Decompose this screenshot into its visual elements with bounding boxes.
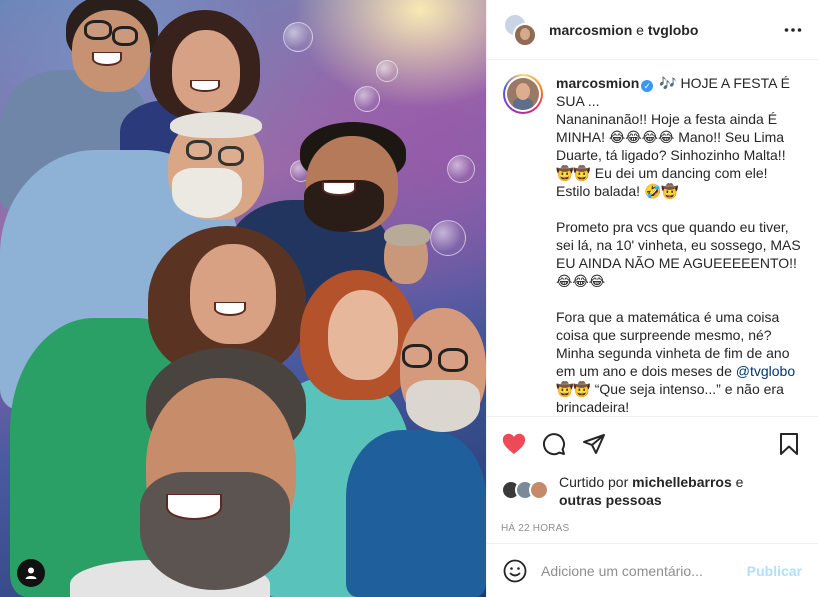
glasses (112, 26, 138, 46)
liked-by-suffix: e (731, 474, 744, 490)
smile (214, 302, 246, 316)
comment-icon (543, 433, 565, 456)
person-face (172, 30, 240, 112)
more-horizontal-icon (784, 28, 802, 32)
person-face (190, 244, 276, 344)
liked-by-prefix: Curtido por (559, 474, 633, 490)
glasses (402, 344, 432, 368)
bookmark-icon (780, 433, 798, 455)
avatar (513, 22, 537, 47)
person-hair (384, 224, 430, 246)
emoji-button[interactable] (503, 559, 527, 583)
beard (140, 472, 290, 590)
post-photo[interactable] (0, 0, 486, 597)
glasses (218, 146, 244, 166)
more-options-button[interactable] (784, 22, 802, 33)
bubble-decoration (376, 60, 398, 82)
post-caption: marcosmion ✓ 🎶 HOJE A FESTA É SUA ... Nan… (487, 60, 818, 416)
avatar (529, 480, 549, 500)
post-timestamp[interactable]: HÁ 22 HORAS (501, 523, 802, 534)
tag-people-button[interactable] (17, 559, 45, 587)
post-details-panel: marcosmion e tvglobo marcosmion ✓ 🎶 HOJE … (486, 0, 818, 597)
user-tag-icon (25, 567, 37, 579)
person-face (328, 290, 398, 380)
post-actions: Curtido por michellebarros e outras pess… (487, 416, 818, 534)
share-button[interactable] (581, 431, 607, 457)
smile (166, 494, 222, 520)
liked-by-user-link[interactable]: michellebarros (632, 474, 732, 490)
person-face (72, 10, 150, 92)
post-comment-button[interactable]: Publicar (747, 563, 802, 579)
glasses (84, 20, 112, 40)
comment-bar: Publicar (487, 543, 818, 597)
save-button[interactable] (776, 431, 802, 457)
collaborator-link[interactable]: tvglobo (648, 22, 699, 38)
mention-link[interactable]: @tvglobo (736, 363, 795, 379)
glasses (438, 348, 468, 372)
smile (322, 182, 356, 196)
glasses (186, 140, 212, 160)
person-body (346, 430, 486, 597)
comment-button[interactable] (541, 431, 567, 457)
caption-paragraph-2: Prometo pra vcs que quando eu tiver, sei… (556, 219, 805, 289)
authors-conjunction: e (636, 21, 644, 38)
collab-avatars[interactable] (503, 12, 537, 47)
verified-badge-icon: ✓ (641, 80, 654, 92)
smile (190, 80, 220, 92)
liked-by-others-link[interactable]: outras pessoas (559, 492, 662, 508)
post-header: marcosmion e tvglobo (487, 0, 818, 60)
caption-paragraph-1: Nananinanão!! Hoje a festa ainda É MINHA… (556, 111, 790, 199)
bubble-decoration (430, 220, 466, 256)
story-ring-avatar[interactable] (503, 74, 543, 114)
bubble-decoration (283, 22, 313, 52)
beard (406, 380, 480, 432)
caption-text: marcosmion ✓ 🎶 HOJE A FESTA É SUA ... Nan… (556, 74, 802, 416)
liked-by-avatars[interactable] (501, 480, 551, 502)
bubble-decoration (447, 155, 475, 183)
smile (92, 52, 122, 66)
caption-username[interactable]: marcosmion (556, 75, 639, 91)
post-authors: marcosmion e tvglobo (549, 22, 698, 38)
liked-by-row: Curtido por michellebarros e outras pess… (501, 473, 802, 509)
author-link[interactable]: marcosmion (549, 22, 632, 38)
comment-input[interactable] (541, 562, 747, 579)
beard (172, 168, 242, 218)
emoji-icon (503, 559, 527, 582)
person-hair (170, 112, 262, 138)
like-button[interactable] (501, 431, 527, 457)
bubble-decoration (354, 86, 380, 112)
heart-filled-icon (502, 433, 526, 454)
liked-by-text: Curtido por michellebarros e outras pess… (559, 473, 743, 509)
share-icon (583, 434, 605, 454)
avatar (507, 78, 539, 110)
